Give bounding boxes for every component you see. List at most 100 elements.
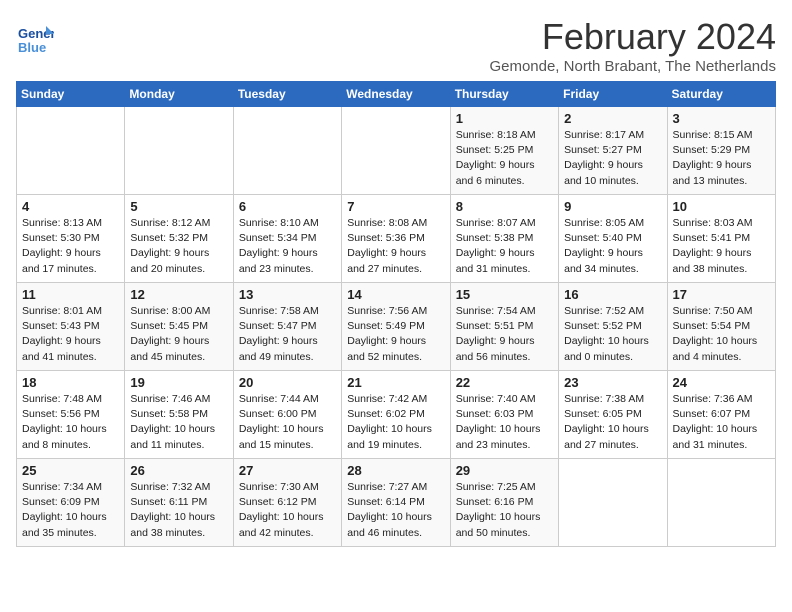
weekday-header-row: SundayMondayTuesdayWednesdayThursdayFrid… <box>17 82 776 107</box>
location: Gemonde, North Brabant, The Netherlands <box>489 58 776 75</box>
cell-content: Sunrise: 7:52 AM Sunset: 5:52 PM Dayligh… <box>564 304 661 365</box>
weekday-header: Saturday <box>667 82 775 107</box>
calendar-cell: 13 Sunrise: 7:58 AM Sunset: 5:47 PM Dayli… <box>233 283 341 371</box>
day-number: 21 <box>347 375 444 390</box>
day-number: 7 <box>347 199 444 214</box>
day-number: 13 <box>239 287 336 302</box>
day-number: 15 <box>456 287 553 302</box>
calendar-cell: 29 Sunrise: 7:25 AM Sunset: 6:16 PM Dayli… <box>450 459 558 547</box>
cell-content: Sunrise: 7:42 AM Sunset: 6:02 PM Dayligh… <box>347 392 444 453</box>
cell-content: Sunrise: 7:50 AM Sunset: 5:54 PM Dayligh… <box>673 304 770 365</box>
weekday-header: Friday <box>559 82 667 107</box>
cell-content: Sunrise: 8:18 AM Sunset: 5:25 PM Dayligh… <box>456 128 553 189</box>
cell-content: Sunrise: 8:17 AM Sunset: 5:27 PM Dayligh… <box>564 128 661 189</box>
calendar-cell <box>17 107 125 195</box>
day-number: 29 <box>456 463 553 478</box>
day-number: 20 <box>239 375 336 390</box>
weekday-header: Monday <box>125 82 233 107</box>
calendar-cell: 23Sunrise: 7:38 AM Sunset: 6:05 PM Dayli… <box>559 371 667 459</box>
calendar-cell: 22 Sunrise: 7:40 AM Sunset: 6:03 PM Dayli… <box>450 371 558 459</box>
svg-text:Blue: Blue <box>18 40 46 55</box>
weekday-header: Thursday <box>450 82 558 107</box>
cell-content: Sunrise: 7:56 AM Sunset: 5:49 PM Dayligh… <box>347 304 444 365</box>
calendar-cell: 26Sunrise: 7:32 AM Sunset: 6:11 PM Dayli… <box>125 459 233 547</box>
cell-content: Sunrise: 7:32 AM Sunset: 6:11 PM Dayligh… <box>130 480 227 541</box>
day-number: 25 <box>22 463 119 478</box>
calendar-cell: 10 Sunrise: 8:03 AM Sunset: 5:41 PM Dayli… <box>667 195 775 283</box>
day-number: 3 <box>673 111 770 126</box>
calendar-cell: 3 Sunrise: 8:15 AM Sunset: 5:29 PM Daylig… <box>667 107 775 195</box>
calendar-cell: 21 Sunrise: 7:42 AM Sunset: 6:02 PM Dayli… <box>342 371 450 459</box>
cell-content: Sunrise: 7:58 AM Sunset: 5:47 PM Dayligh… <box>239 304 336 365</box>
day-number: 6 <box>239 199 336 214</box>
day-number: 24 <box>673 375 770 390</box>
day-number: 10 <box>673 199 770 214</box>
day-number: 9 <box>564 199 661 214</box>
cell-content: Sunrise: 8:15 AM Sunset: 5:29 PM Dayligh… <box>673 128 770 189</box>
calendar-cell: 4Sunrise: 8:13 AM Sunset: 5:30 PM Daylig… <box>17 195 125 283</box>
calendar-cell: 7Sunrise: 8:08 AM Sunset: 5:36 PM Daylig… <box>342 195 450 283</box>
day-number: 12 <box>130 287 227 302</box>
cell-content: Sunrise: 7:48 AM Sunset: 5:56 PM Dayligh… <box>22 392 119 453</box>
day-number: 4 <box>22 199 119 214</box>
calendar-cell: 1 Sunrise: 8:18 AM Sunset: 5:25 PM Daylig… <box>450 107 558 195</box>
day-number: 1 <box>456 111 553 126</box>
page-header: General Blue February 2024 Gemonde, Nort… <box>16 16 776 75</box>
calendar-cell: 25 Sunrise: 7:34 AM Sunset: 6:09 PM Dayli… <box>17 459 125 547</box>
day-number: 18 <box>22 375 119 390</box>
cell-content: Sunrise: 7:36 AM Sunset: 6:07 PM Dayligh… <box>673 392 770 453</box>
day-number: 16 <box>564 287 661 302</box>
day-number: 14 <box>347 287 444 302</box>
cell-content: Sunrise: 8:05 AM Sunset: 5:40 PM Dayligh… <box>564 216 661 277</box>
cell-content: Sunrise: 8:07 AM Sunset: 5:38 PM Dayligh… <box>456 216 553 277</box>
calendar-cell: 24 Sunrise: 7:36 AM Sunset: 6:07 PM Dayli… <box>667 371 775 459</box>
calendar-cell: 19 Sunrise: 7:46 AM Sunset: 5:58 PM Dayli… <box>125 371 233 459</box>
calendar-cell: 16 Sunrise: 7:52 AM Sunset: 5:52 PM Dayli… <box>559 283 667 371</box>
cell-content: Sunrise: 8:12 AM Sunset: 5:32 PM Dayligh… <box>130 216 227 277</box>
weekday-header: Wednesday <box>342 82 450 107</box>
calendar-cell: 12 Sunrise: 8:00 AM Sunset: 5:45 PM Dayli… <box>125 283 233 371</box>
day-number: 5 <box>130 199 227 214</box>
calendar-cell: 20 Sunrise: 7:44 AM Sunset: 6:00 PM Dayli… <box>233 371 341 459</box>
day-number: 17 <box>673 287 770 302</box>
day-number: 27 <box>239 463 336 478</box>
weekday-header: Tuesday <box>233 82 341 107</box>
calendar-cell <box>559 459 667 547</box>
calendar-cell: 17 Sunrise: 7:50 AM Sunset: 5:54 PM Dayli… <box>667 283 775 371</box>
title-block: February 2024 Gemonde, North Brabant, Th… <box>489 16 776 75</box>
calendar-cell: 15 Sunrise: 7:54 AM Sunset: 5:51 PM Dayli… <box>450 283 558 371</box>
calendar-week-row: 25 Sunrise: 7:34 AM Sunset: 6:09 PM Dayli… <box>17 459 776 547</box>
calendar-table: SundayMondayTuesdayWednesdayThursdayFrid… <box>16 81 776 547</box>
calendar-cell: 27Sunrise: 7:30 AM Sunset: 6:12 PM Dayli… <box>233 459 341 547</box>
cell-content: Sunrise: 7:38 AM Sunset: 6:05 PM Dayligh… <box>564 392 661 453</box>
cell-content: Sunrise: 7:54 AM Sunset: 5:51 PM Dayligh… <box>456 304 553 365</box>
day-number: 28 <box>347 463 444 478</box>
day-number: 2 <box>564 111 661 126</box>
calendar-week-row: 1 Sunrise: 8:18 AM Sunset: 5:25 PM Daylig… <box>17 107 776 195</box>
weekday-header: Sunday <box>17 82 125 107</box>
calendar-cell: 11Sunrise: 8:01 AM Sunset: 5:43 PM Dayli… <box>17 283 125 371</box>
cell-content: Sunrise: 7:27 AM Sunset: 6:14 PM Dayligh… <box>347 480 444 541</box>
calendar-cell: 28 Sunrise: 7:27 AM Sunset: 6:14 PM Dayli… <box>342 459 450 547</box>
cell-content: Sunrise: 7:25 AM Sunset: 6:16 PM Dayligh… <box>456 480 553 541</box>
calendar-cell <box>125 107 233 195</box>
day-number: 19 <box>130 375 227 390</box>
logo-icon: General Blue <box>16 20 54 58</box>
cell-content: Sunrise: 7:46 AM Sunset: 5:58 PM Dayligh… <box>130 392 227 453</box>
cell-content: Sunrise: 8:03 AM Sunset: 5:41 PM Dayligh… <box>673 216 770 277</box>
cell-content: Sunrise: 7:40 AM Sunset: 6:03 PM Dayligh… <box>456 392 553 453</box>
calendar-cell: 18 Sunrise: 7:48 AM Sunset: 5:56 PM Dayli… <box>17 371 125 459</box>
day-number: 11 <box>22 287 119 302</box>
cell-content: Sunrise: 8:00 AM Sunset: 5:45 PM Dayligh… <box>130 304 227 365</box>
calendar-cell: 5 Sunrise: 8:12 AM Sunset: 5:32 PM Daylig… <box>125 195 233 283</box>
cell-content: Sunrise: 8:10 AM Sunset: 5:34 PM Dayligh… <box>239 216 336 277</box>
calendar-cell: 8 Sunrise: 8:07 AM Sunset: 5:38 PM Daylig… <box>450 195 558 283</box>
calendar-cell: 6 Sunrise: 8:10 AM Sunset: 5:34 PM Daylig… <box>233 195 341 283</box>
day-number: 22 <box>456 375 553 390</box>
day-number: 8 <box>456 199 553 214</box>
cell-content: Sunrise: 7:34 AM Sunset: 6:09 PM Dayligh… <box>22 480 119 541</box>
cell-content: Sunrise: 7:44 AM Sunset: 6:00 PM Dayligh… <box>239 392 336 453</box>
calendar-week-row: 4Sunrise: 8:13 AM Sunset: 5:30 PM Daylig… <box>17 195 776 283</box>
calendar-week-row: 18 Sunrise: 7:48 AM Sunset: 5:56 PM Dayli… <box>17 371 776 459</box>
month-title: February 2024 <box>489 16 776 58</box>
